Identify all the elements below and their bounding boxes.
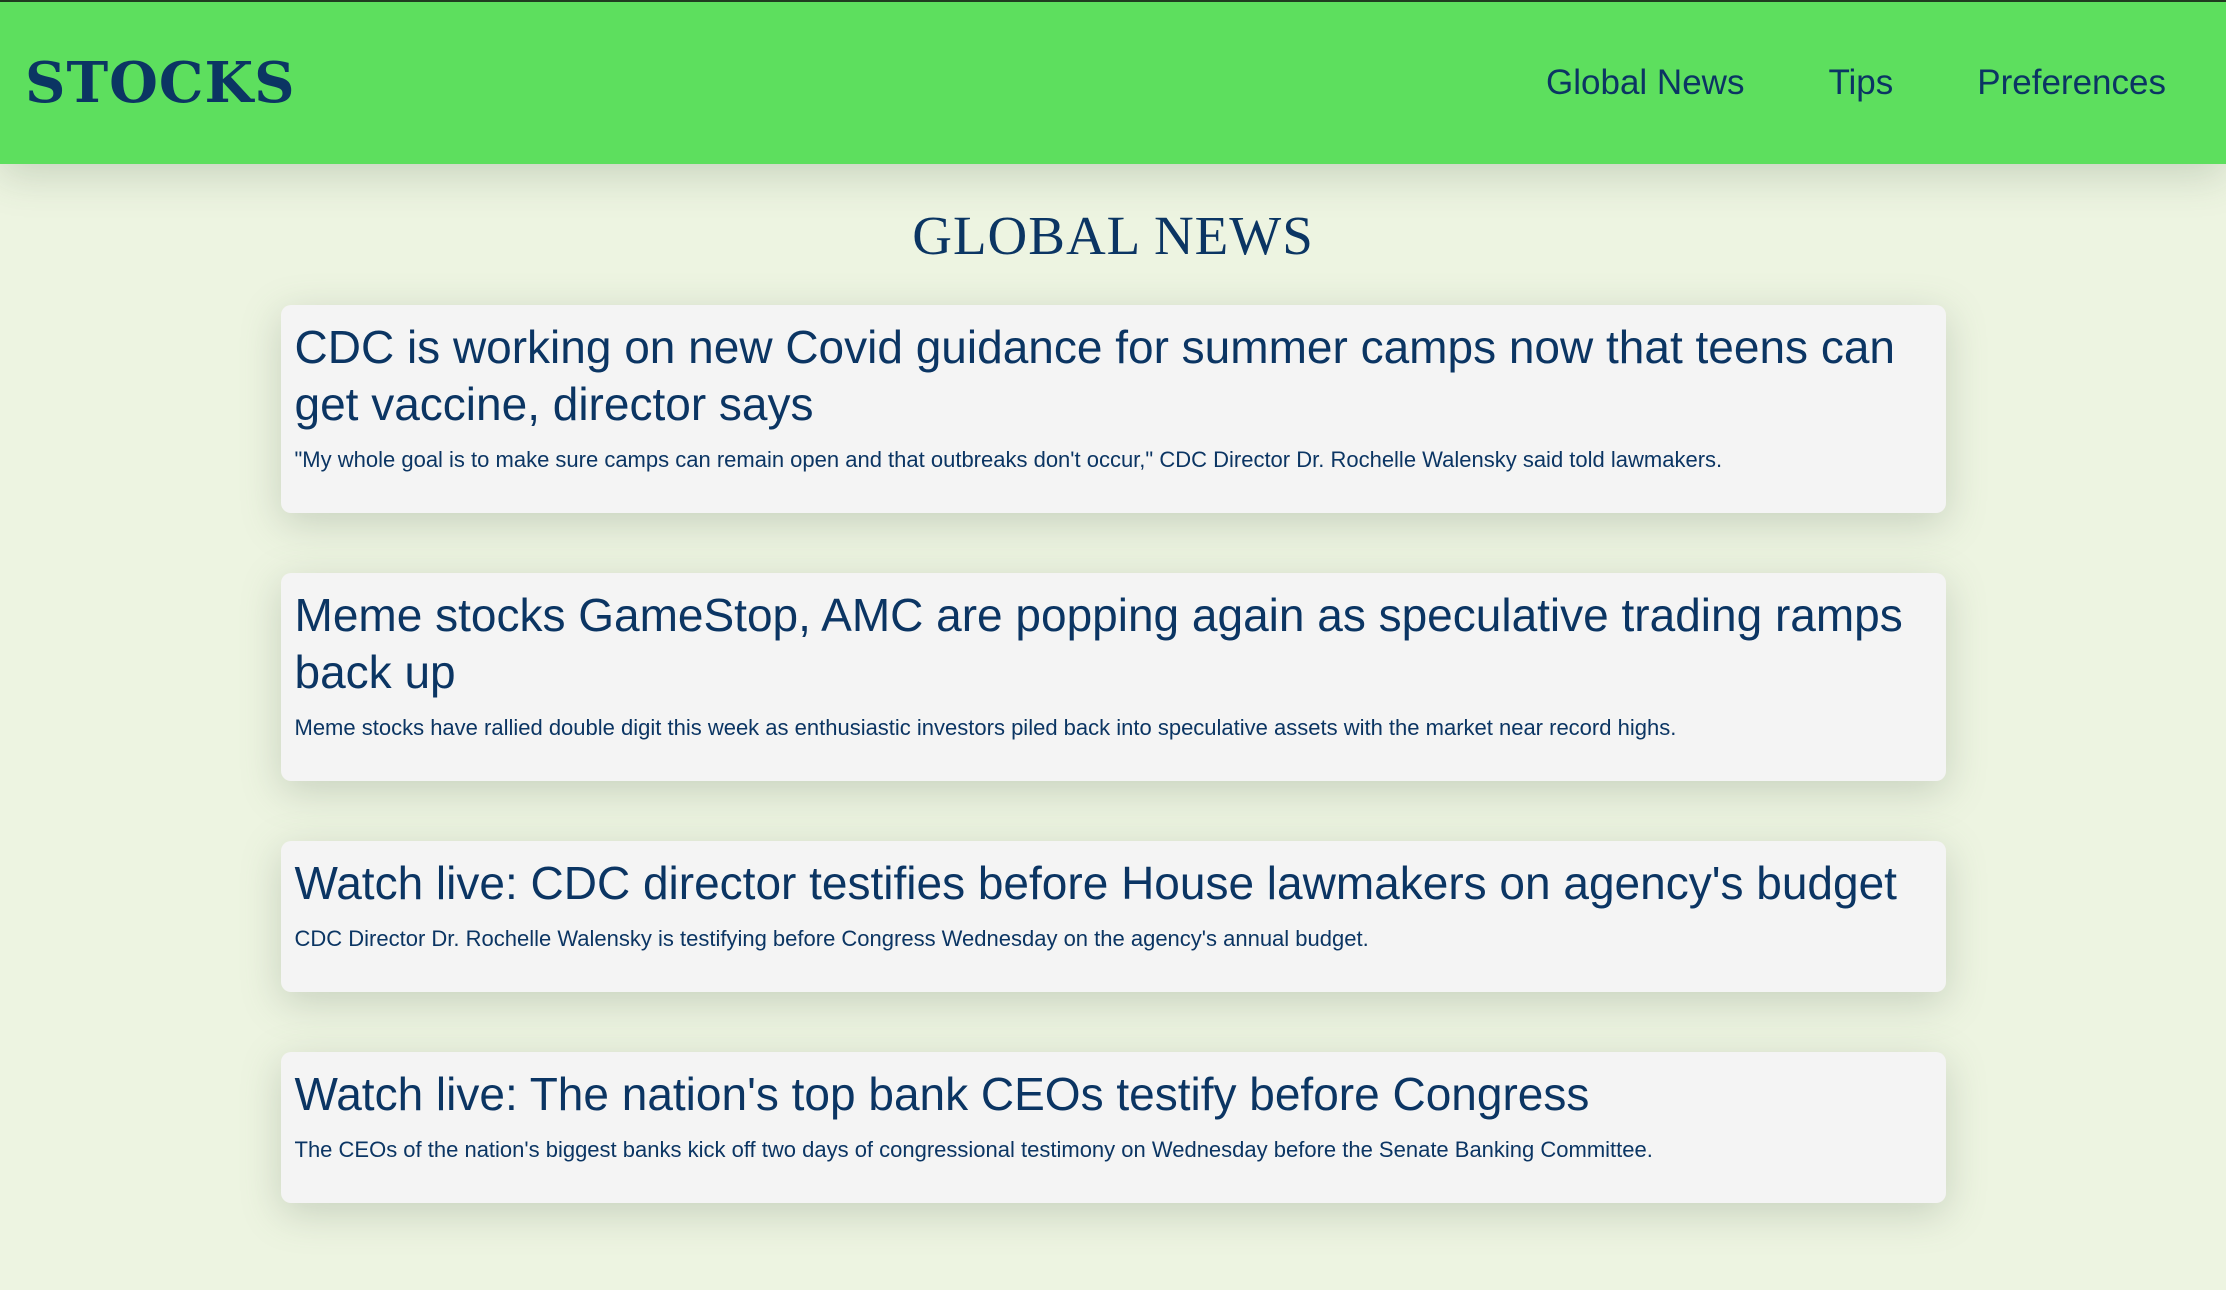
news-card[interactable]: Watch live: The nation's top bank CEOs t…: [280, 1052, 1946, 1203]
page-title: GLOBAL NEWS: [912, 205, 1314, 266]
navbar: STOCKS Global News Tips Preferences: [0, 2, 2226, 164]
news-card-description: CDC Director Dr. Rochelle Walensky is te…: [294, 926, 1369, 951]
news-card-title[interactable]: Watch live: The nation's top bank CEOs t…: [295, 1066, 1932, 1123]
nav-link-preferences[interactable]: Preferences: [1977, 63, 2166, 103]
news-card-title[interactable]: Watch live: CDC director testifies befor…: [295, 855, 1932, 912]
news-card-description: "My whole goal is to make sure camps can…: [294, 447, 1723, 472]
news-card[interactable]: CDC is working on new Covid guidance for…: [280, 305, 1946, 513]
news-card[interactable]: Watch live: CDC director testifies befor…: [280, 841, 1946, 992]
news-card-description: Meme stocks have rallied double digit th…: [294, 715, 1677, 740]
brand-logo[interactable]: STOCKS: [25, 50, 296, 116]
news-card-title[interactable]: CDC is working on new Covid guidance for…: [295, 319, 1932, 433]
nav-menu: Global News Tips Preferences: [1546, 63, 2166, 103]
news-card-description: The CEOs of the nation's biggest banks k…: [294, 1137, 1653, 1162]
nav-link-global-news[interactable]: Global News: [1546, 63, 1744, 103]
nav-link-tips[interactable]: Tips: [1828, 63, 1893, 103]
news-content: GLOBAL NEWS CDC is working on new Covid …: [280, 204, 1946, 1203]
news-card-title[interactable]: Meme stocks GameStop, AMC are popping ag…: [295, 587, 1932, 701]
news-card[interactable]: Meme stocks GameStop, AMC are popping ag…: [280, 573, 1946, 781]
